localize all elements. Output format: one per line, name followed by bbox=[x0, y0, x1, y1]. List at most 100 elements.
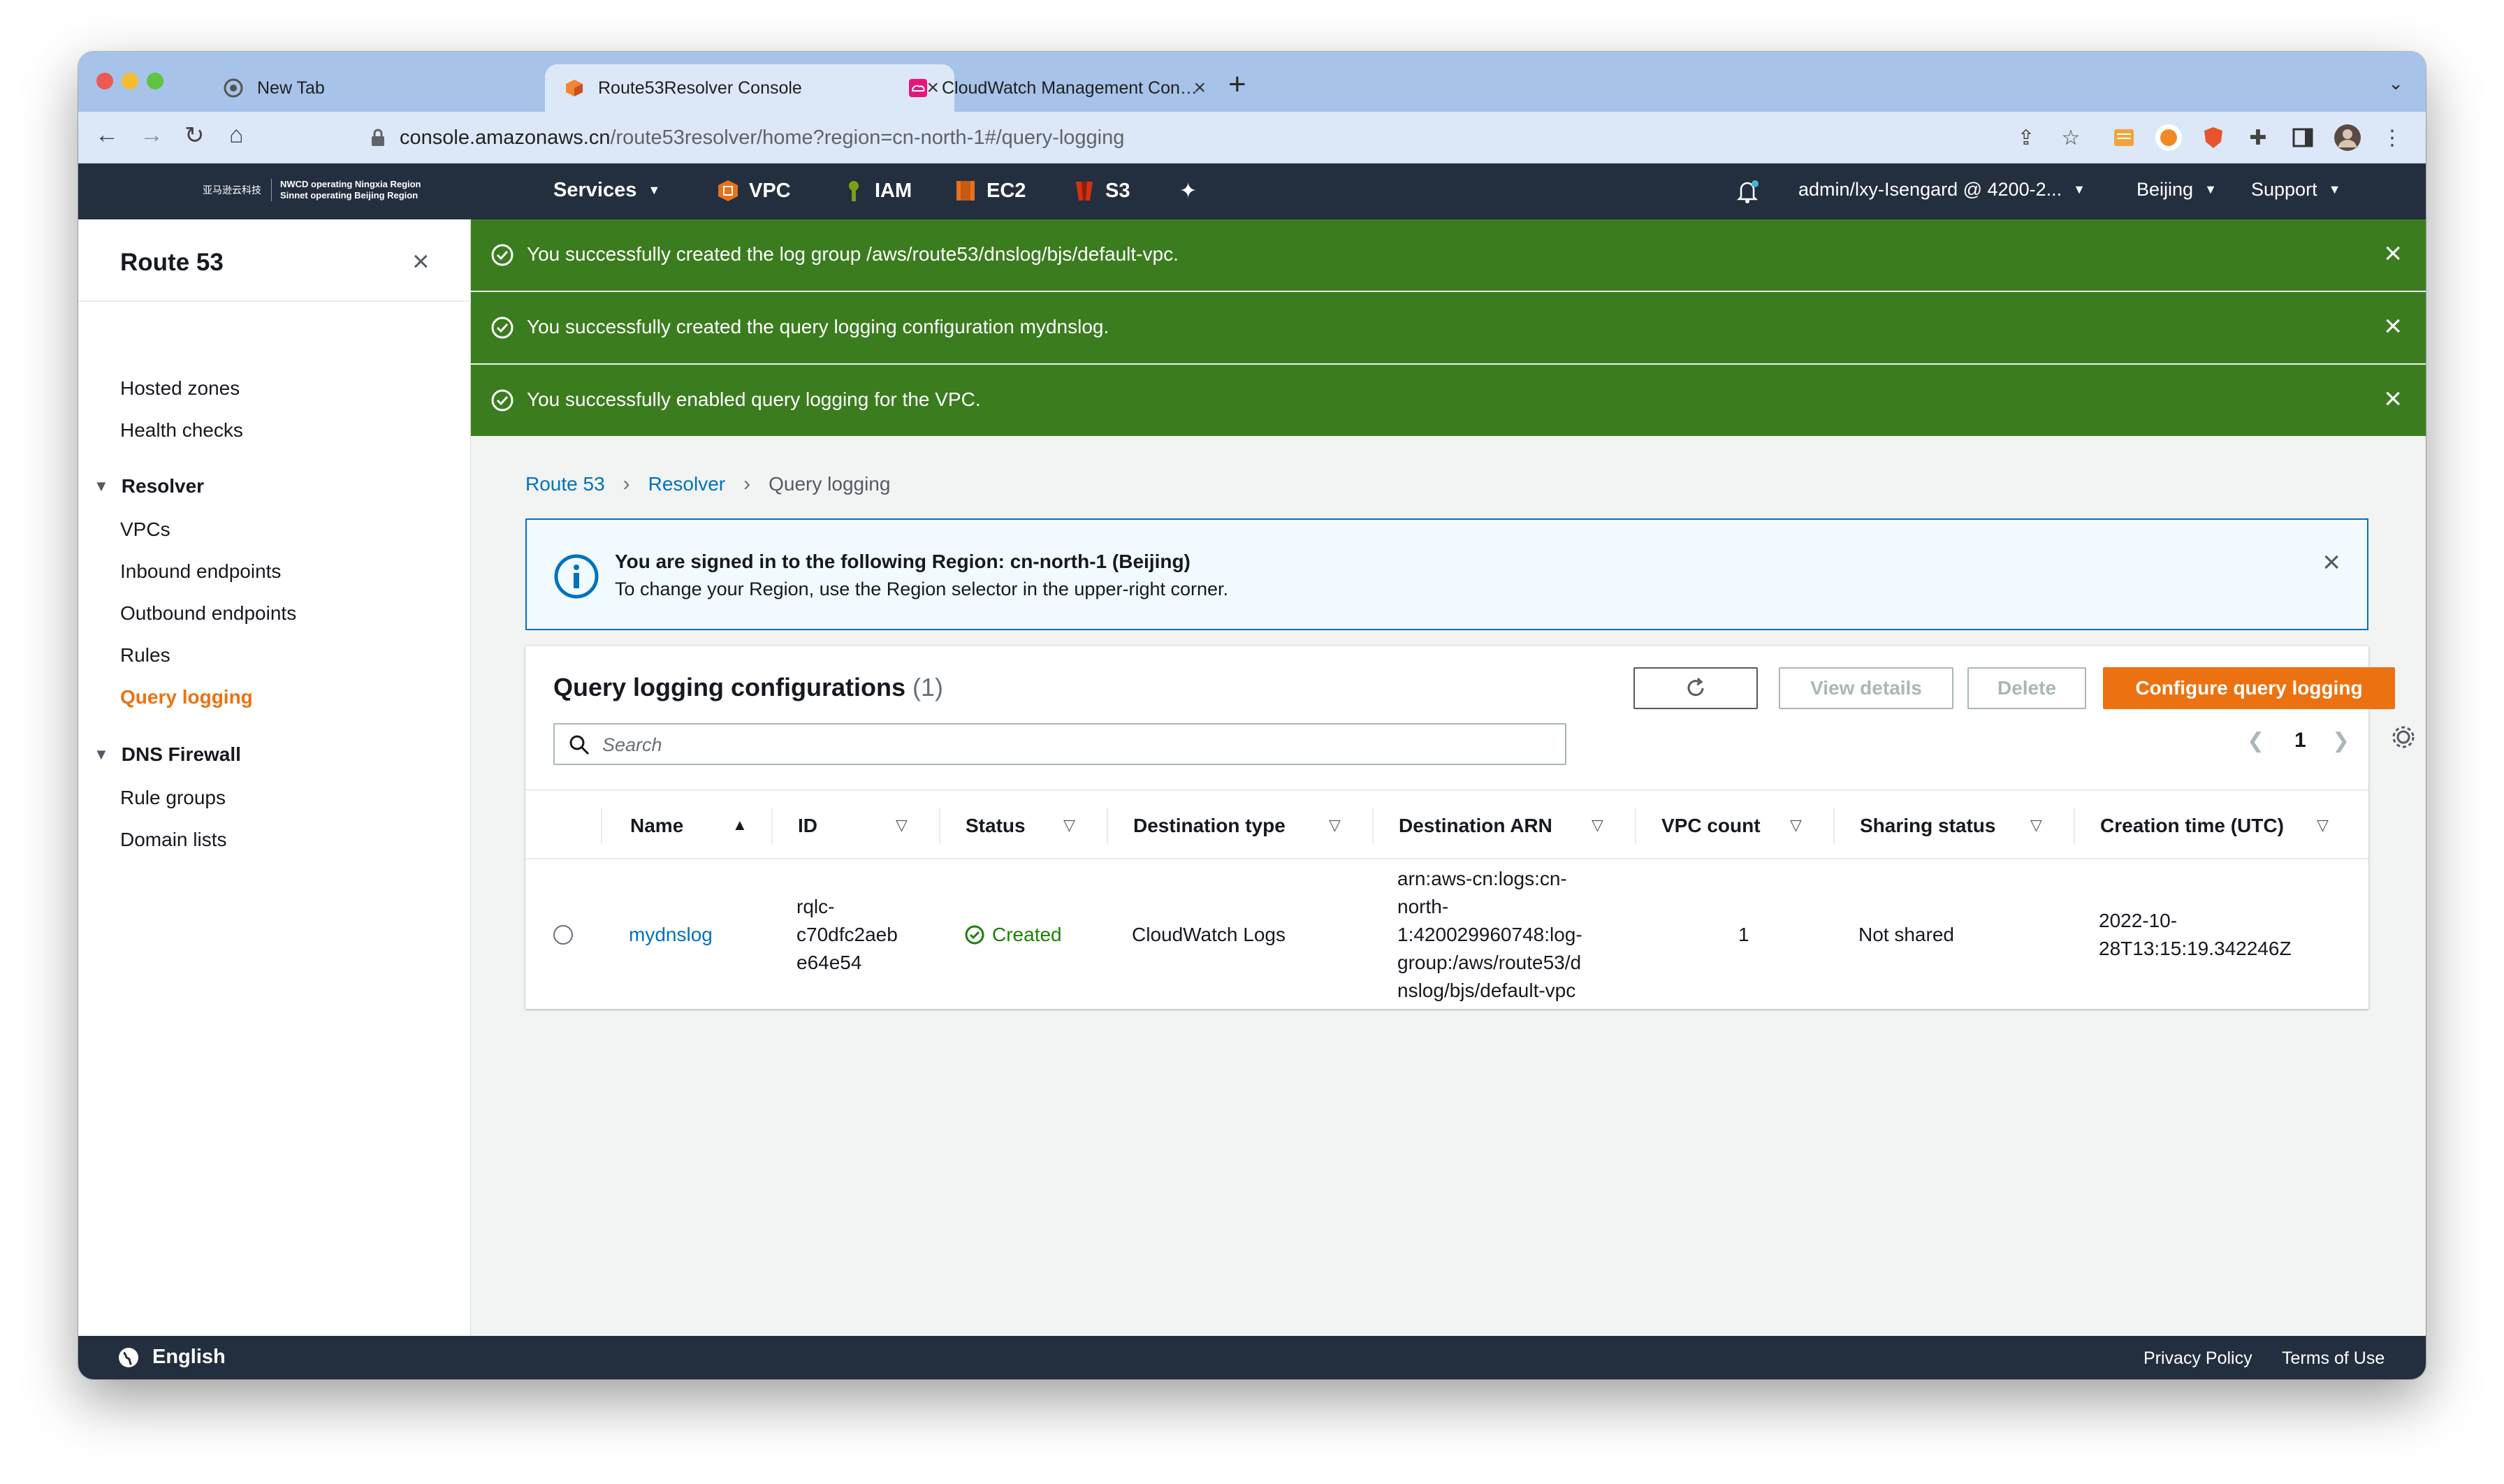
share-icon[interactable]: ⇪ bbox=[2011, 122, 2041, 153]
reload-icon[interactable]: ↻ bbox=[184, 122, 205, 150]
minimize-window-button[interactable] bbox=[122, 73, 138, 89]
sidebar-item-health-checks[interactable]: Health checks bbox=[120, 419, 243, 442]
refresh-button[interactable] bbox=[1633, 667, 1758, 709]
extension-avatar-icon[interactable] bbox=[2153, 122, 2184, 153]
footer: English Privacy Policy Terms of Use bbox=[78, 1336, 2426, 1379]
sidebar-item-domain-lists[interactable]: Domain lists bbox=[120, 829, 226, 851]
sidebar-item-inbound-endpoints[interactable]: Inbound endpoints bbox=[120, 560, 281, 583]
sidebar-item-outbound-endpoints[interactable]: Outbound endpoints bbox=[120, 602, 296, 625]
col-vpc-count[interactable]: VPC count bbox=[1661, 815, 1761, 837]
next-page-icon[interactable]: ❯ bbox=[2332, 729, 2350, 753]
dismiss-icon[interactable]: × bbox=[2384, 381, 2402, 416]
sort-icon[interactable]: ▽ bbox=[896, 816, 908, 834]
pin-favorites-icon[interactable]: ✦ bbox=[1179, 179, 1197, 203]
delete-button[interactable]: Delete bbox=[1967, 667, 2086, 709]
close-window-button[interactable] bbox=[96, 73, 113, 89]
col-destination-type[interactable]: Destination type bbox=[1133, 815, 1286, 837]
flash-message: You successfully created the query loggi… bbox=[527, 316, 1109, 337]
col-destination-arn[interactable]: Destination ARN bbox=[1399, 815, 1552, 837]
time-line: 28T13:15:19.342246Z bbox=[2099, 938, 2292, 959]
profile-avatar-icon[interactable] bbox=[2332, 122, 2363, 153]
flash-message: You successfully enabled query logging f… bbox=[527, 388, 981, 410]
favorite-iam[interactable]: IAM bbox=[843, 179, 912, 203]
view-details-button[interactable]: View details bbox=[1779, 667, 1953, 709]
sort-icon[interactable]: ▽ bbox=[1592, 816, 1603, 834]
favorite-ec2[interactable]: EC2 bbox=[954, 179, 1026, 203]
bookmark-star-icon[interactable]: ☆ bbox=[2055, 122, 2086, 153]
extensions-puzzle-icon[interactable]: ✚ bbox=[2243, 122, 2273, 153]
sort-icon[interactable]: ▽ bbox=[1329, 816, 1341, 834]
tab-search-menu-icon[interactable]: ⌄ bbox=[2388, 73, 2403, 94]
extension-mail-icon[interactable] bbox=[2109, 122, 2139, 153]
arn-line: north- bbox=[1397, 896, 1449, 917]
favorite-label: EC2 bbox=[987, 179, 1026, 202]
region-selector[interactable]: Beijing ▼ bbox=[2137, 179, 2217, 201]
cloudwatch-icon bbox=[909, 79, 927, 97]
breadcrumb: Route 53 › Resolver › Query logging bbox=[525, 472, 890, 496]
privacy-policy-link[interactable]: Privacy Policy bbox=[2143, 1348, 2252, 1369]
sidebar-item-hosted-zones[interactable]: Hosted zones bbox=[120, 377, 240, 400]
tab-close-icon[interactable]: × bbox=[1193, 76, 1206, 100]
alert-close-icon[interactable]: × bbox=[2322, 545, 2341, 580]
page-number[interactable]: 1 bbox=[2294, 729, 2306, 752]
sort-icon[interactable]: ▽ bbox=[1063, 816, 1075, 834]
dismiss-icon[interactable]: × bbox=[2384, 309, 2402, 344]
sidebar-item-vpcs[interactable]: VPCs bbox=[120, 518, 170, 541]
url-text: console.amazonaws.cn/route53resolver/hom… bbox=[400, 126, 1124, 150]
flash-success-log-group: You successfully created the log group /… bbox=[471, 219, 2426, 291]
configure-query-logging-button[interactable]: Configure query logging bbox=[2103, 667, 2395, 709]
row-select-radio[interactable] bbox=[553, 925, 573, 945]
breadcrumb-resolver[interactable]: Resolver bbox=[648, 473, 725, 495]
support-menu[interactable]: Support ▼ bbox=[2251, 179, 2341, 201]
services-menu[interactable]: Services ▼ bbox=[553, 179, 660, 202]
maximize-window-button[interactable] bbox=[147, 73, 163, 89]
sort-icon[interactable]: ▽ bbox=[2030, 816, 2042, 834]
globe-icon bbox=[119, 1347, 138, 1367]
terms-of-use-link[interactable]: Terms of Use bbox=[2282, 1348, 2385, 1369]
browser-menu-icon[interactable]: ⋮ bbox=[2377, 122, 2408, 153]
dismiss-icon[interactable]: × bbox=[2384, 236, 2402, 271]
search-placeholder: Search bbox=[602, 734, 662, 755]
cell-name-link[interactable]: mydnslog bbox=[629, 921, 713, 949]
back-icon[interactable]: ← bbox=[95, 122, 119, 149]
sidebar-item-query-logging[interactable]: Query logging bbox=[120, 686, 253, 708]
sidebar-item-rule-groups[interactable]: Rule groups bbox=[120, 787, 226, 809]
sidebar-item-rules[interactable]: Rules bbox=[120, 644, 170, 667]
account-menu[interactable]: admin/lxy-Isengard @ 4200-2... ▼ bbox=[1798, 179, 2086, 201]
notifications-bell-icon[interactable] bbox=[1735, 179, 1759, 204]
breadcrumb-route53[interactable]: Route 53 bbox=[525, 473, 605, 495]
home-icon[interactable]: ⌂ bbox=[229, 122, 244, 149]
column-divider bbox=[939, 808, 940, 844]
forward-icon[interactable]: → bbox=[140, 122, 163, 149]
side-panel-icon[interactable] bbox=[2287, 122, 2318, 153]
aws-china-logo[interactable]: 亚马逊云科技 NWCD operating Ningxia Region Sin… bbox=[203, 179, 421, 201]
column-divider bbox=[1107, 808, 1108, 844]
prev-page-icon[interactable]: ❮ bbox=[2247, 729, 2264, 753]
table-row[interactable]: mydnslog rqlc- c70dfc2aeb e64e54 Created… bbox=[525, 859, 2368, 1010]
col-name[interactable]: Name bbox=[630, 815, 683, 837]
col-status[interactable]: Status bbox=[966, 815, 1026, 837]
vpc-icon bbox=[718, 180, 738, 201]
col-creation-time[interactable]: Creation time (UTC) bbox=[2100, 815, 2284, 837]
language-selector[interactable]: English bbox=[117, 1346, 226, 1369]
refresh-icon bbox=[1687, 677, 1704, 697]
sort-icon[interactable]: ▽ bbox=[2317, 816, 2329, 834]
favorite-s3[interactable]: S3 bbox=[1073, 179, 1130, 203]
extension-shield-icon[interactable] bbox=[2198, 122, 2229, 153]
col-id[interactable]: ID bbox=[798, 815, 817, 837]
sort-ascending-icon[interactable]: ▲ bbox=[732, 816, 748, 834]
favorite-vpc[interactable]: VPC bbox=[717, 179, 791, 203]
table-settings-icon[interactable] bbox=[2391, 725, 2416, 755]
sort-icon[interactable]: ▽ bbox=[1790, 816, 1802, 834]
section-label: Resolver bbox=[121, 475, 205, 497]
sidebar-section-dns-firewall[interactable]: ▼ DNS Firewall bbox=[94, 743, 241, 766]
sidebar-close-icon[interactable]: × bbox=[412, 245, 430, 278]
col-sharing-status[interactable]: Sharing status bbox=[1860, 815, 1995, 837]
cell-sharing-status: Not shared bbox=[1858, 924, 1954, 945]
new-tab-button[interactable]: + bbox=[1228, 67, 1246, 102]
sidebar-section-resolver[interactable]: ▼ Resolver bbox=[94, 475, 204, 497]
status-label: Created bbox=[992, 924, 1062, 945]
tab-cloudwatch[interactable]: CloudWatch Management Con… × bbox=[889, 64, 1221, 112]
address-bar[interactable]: console.amazonaws.cn/route53resolver/hom… bbox=[281, 117, 2167, 158]
search-input[interactable]: Search bbox=[553, 723, 1566, 765]
